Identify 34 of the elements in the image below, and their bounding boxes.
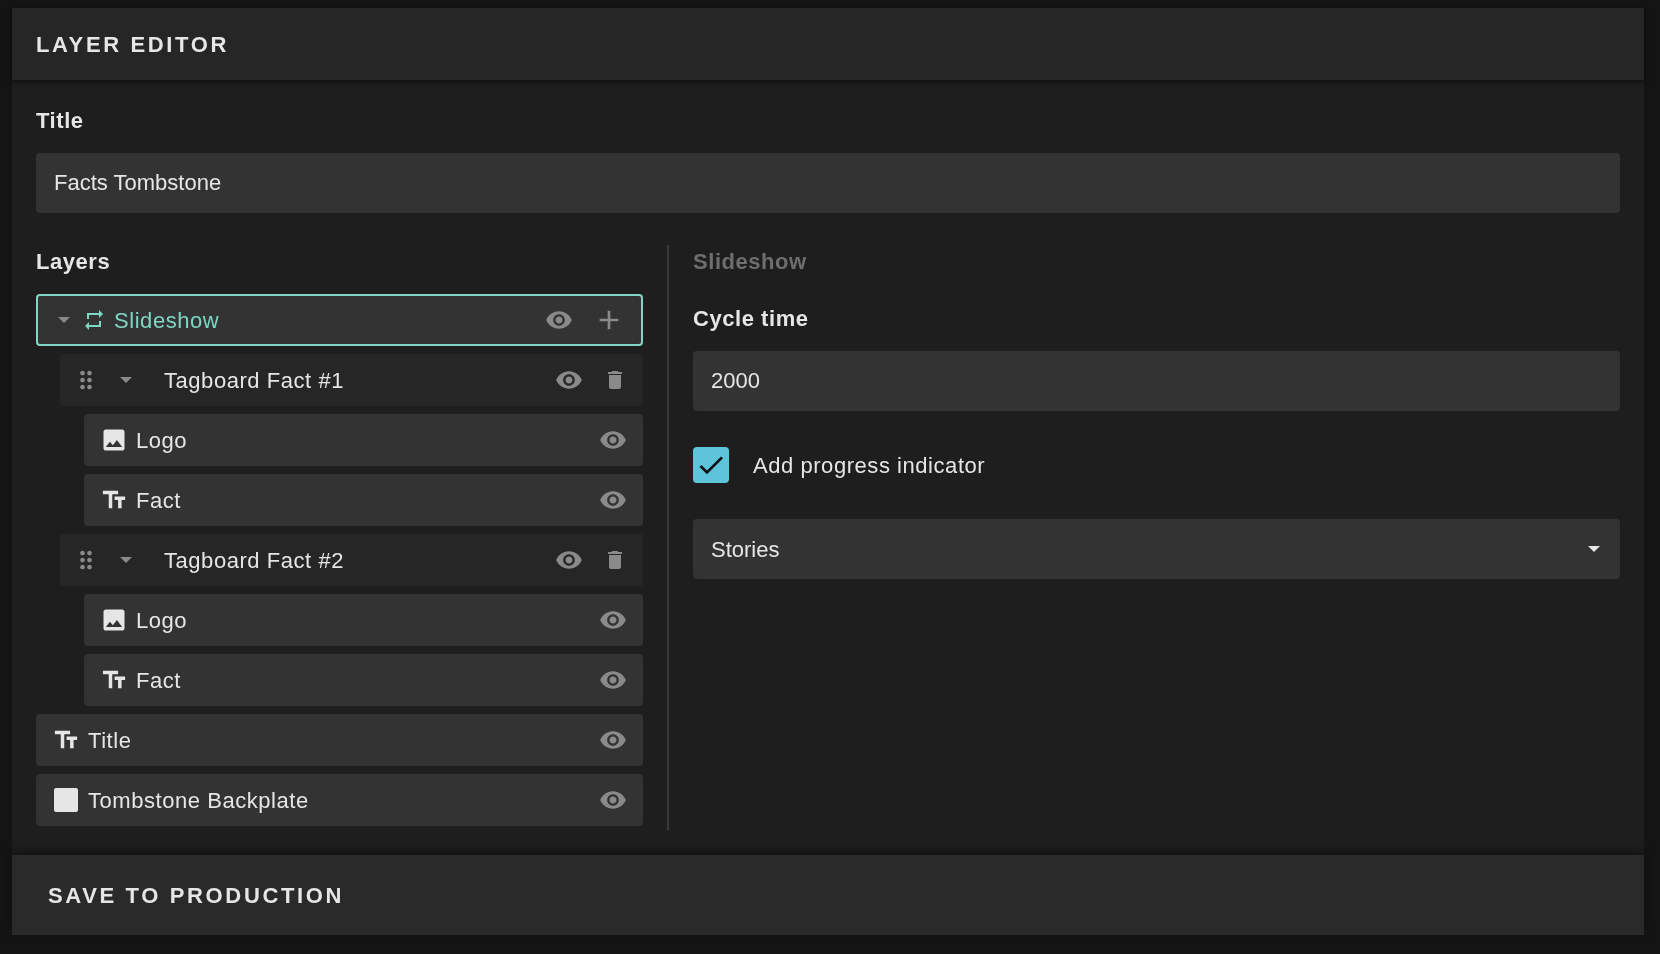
layer-name: Title [88,726,132,755]
caret-icon[interactable] [120,557,132,563]
layer-row[interactable]: Logo [84,594,643,646]
layer-name: Fact [136,486,181,515]
layer-row[interactable]: Fact [84,474,643,526]
cycle-time-input[interactable]: 2000 [693,351,1620,411]
layer-name: Tombstone Backplate [88,786,309,815]
panel-title: LAYER EDITOR [36,30,230,59]
section-label: Layers [36,248,112,276]
layer-row[interactable]: Title [36,714,643,766]
caret-icon[interactable] [58,317,70,323]
layer-row[interactable]: Slideshow [36,294,643,346]
section-heading: Slideshow [693,248,808,276]
checkbox-label: Add progress indicator [753,451,986,480]
layer-name: Tagboard Fact #2 [164,546,345,575]
layer-name: Fact [136,666,181,695]
caret-icon[interactable] [120,377,132,383]
checkbox[interactable] [693,447,729,483]
square-icon [54,788,78,812]
layer-row[interactable]: Logo [84,414,643,466]
layer-row[interactable]: Tagboard Fact #1 [60,354,643,406]
layer-name: Slideshow [114,306,220,335]
layer-row[interactable]: Tagboard Fact #2 [60,534,643,586]
save-button[interactable]: SAVE TO PRODUCTION [48,878,345,912]
layer-name: Tagboard Fact #1 [164,366,345,395]
field-label: Title [36,107,85,135]
field-label: Cycle time [693,305,810,333]
caret-icon [1588,546,1600,552]
layer-name: Logo [136,606,188,635]
layer-row[interactable]: Fact [84,654,643,706]
style-select[interactable]: Stories [693,519,1620,579]
layer-name: Logo [136,426,188,455]
layer-row[interactable]: Tombstone Backplate [36,774,643,826]
title-input[interactable]: Facts Tombstone [36,153,1620,213]
